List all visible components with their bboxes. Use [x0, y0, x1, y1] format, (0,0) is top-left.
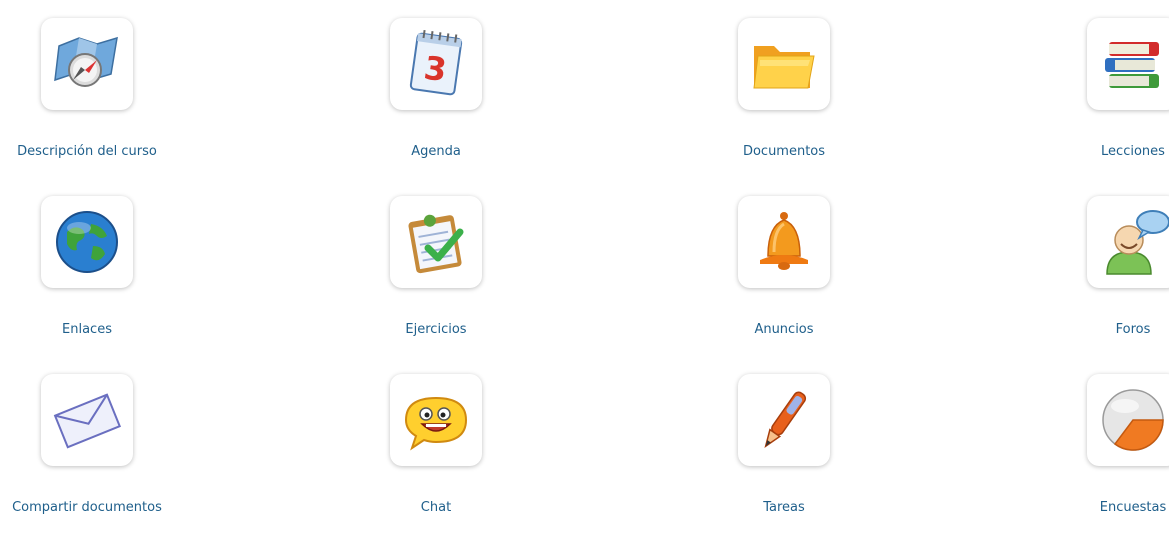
- tool-share-documents[interactable]: Compartir documentos: [0, 374, 187, 544]
- course-description-button[interactable]: [41, 18, 133, 110]
- tool-label[interactable]: Ejercicios: [336, 322, 536, 337]
- lessons-button[interactable]: [1087, 18, 1169, 110]
- books-icon: [1105, 42, 1159, 88]
- tool-links[interactable]: Enlaces: [0, 196, 187, 366]
- tool-label[interactable]: Documentos: [684, 144, 884, 159]
- checklist-icon: [408, 214, 464, 274]
- forum-user-icon: [1106, 210, 1169, 275]
- chat-smiley-icon: [404, 396, 468, 451]
- tool-surveys[interactable]: Encuestas: [1033, 374, 1169, 544]
- tool-label[interactable]: Tareas: [684, 500, 884, 515]
- tool-label[interactable]: Encuestas: [1033, 500, 1169, 515]
- tool-label[interactable]: Compartir documentos: [0, 500, 187, 515]
- course-description-icon: [54, 36, 118, 87]
- forums-button[interactable]: [1087, 196, 1169, 288]
- links-button[interactable]: [41, 196, 133, 288]
- tool-chat[interactable]: Chat: [336, 374, 536, 544]
- tool-exercises[interactable]: Ejercicios: [336, 196, 536, 366]
- tool-agenda[interactable]: 3 Agenda: [336, 18, 536, 188]
- tool-documents[interactable]: Documentos: [684, 18, 884, 188]
- globe-icon: [56, 211, 118, 273]
- agenda-button[interactable]: 3: [390, 18, 482, 110]
- tasks-button[interactable]: [738, 374, 830, 466]
- exercises-button[interactable]: [390, 196, 482, 288]
- tool-forums[interactable]: Foros: [1033, 196, 1169, 366]
- envelope-icon: [53, 393, 122, 449]
- tool-lessons[interactable]: Lecciones: [1033, 18, 1169, 188]
- announcements-button[interactable]: [738, 196, 830, 288]
- calendar-icon: 3: [409, 29, 463, 96]
- folder-icon: [753, 46, 815, 89]
- tool-label[interactable]: Foros: [1033, 322, 1169, 337]
- tool-label[interactable]: Lecciones: [1033, 144, 1169, 159]
- tool-label[interactable]: Enlaces: [0, 322, 187, 337]
- tool-tasks[interactable]: Tareas: [684, 374, 884, 544]
- tool-label[interactable]: Chat: [336, 500, 536, 515]
- chat-button[interactable]: [390, 374, 482, 466]
- tool-label[interactable]: Anuncios: [684, 322, 884, 337]
- pie-chart-icon: [1102, 389, 1164, 451]
- tool-course-description[interactable]: Descripción del curso: [0, 18, 187, 188]
- surveys-button[interactable]: [1087, 374, 1169, 466]
- share-documents-button[interactable]: [41, 374, 133, 466]
- tool-label[interactable]: Descripción del curso: [0, 144, 187, 159]
- tool-label[interactable]: Agenda: [336, 144, 536, 159]
- documents-button[interactable]: [738, 18, 830, 110]
- bell-icon: [760, 212, 808, 270]
- tool-announcements[interactable]: Anuncios: [684, 196, 884, 366]
- pen-icon: [764, 391, 807, 448]
